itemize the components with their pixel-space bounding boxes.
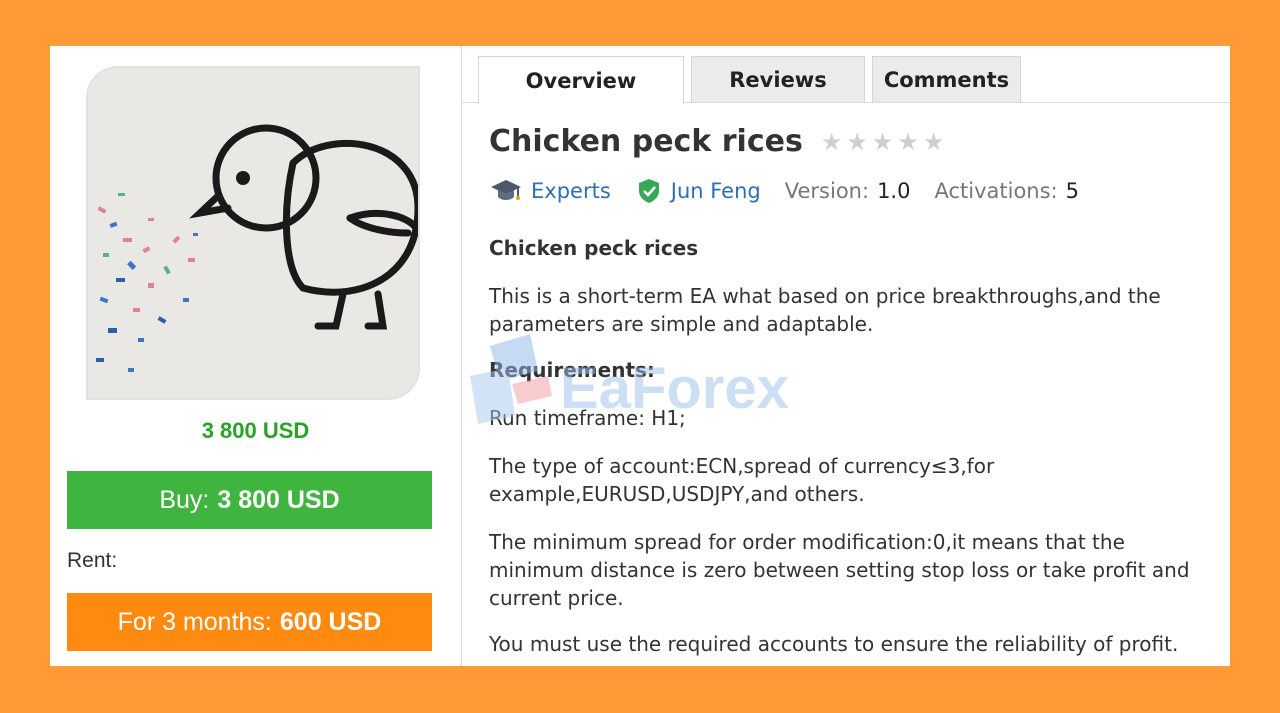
buy-button-prefix: Buy: <box>159 485 210 514</box>
star-icon: ★ <box>846 127 868 156</box>
rent-button-price: 600 USD <box>279 607 382 636</box>
rent-button[interactable]: For 3 months: 600 USD <box>67 593 432 651</box>
description-heading: Chicken peck rices <box>489 236 699 260</box>
tab-overview[interactable]: Overview <box>478 56 684 104</box>
chick-drawing <box>88 68 418 398</box>
requirements-heading: Requirements: <box>489 358 655 382</box>
product-image[interactable] <box>86 66 420 400</box>
price-label: 3 800 USD <box>201 418 310 443</box>
graduation-cap-icon <box>491 180 521 200</box>
star-icon: ★ <box>820 127 843 156</box>
requirement-item: You must use the required accounts to en… <box>489 632 1179 656</box>
requirement-item: Run timeframe: H1; <box>489 406 686 430</box>
purchase-panel: 3 800 USD Buy: 3 800 USD Rent: For 3 mon… <box>50 46 462 666</box>
requirement-item: The minimum spread for order modificatio… <box>489 530 1190 610</box>
star-icon: ★ <box>922 127 945 156</box>
tab-comments[interactable]: Comments <box>872 56 1021 102</box>
rent-button-prefix: For 3 months: <box>117 607 272 636</box>
description: Chicken peck rices This is a short-term … <box>489 234 1224 658</box>
rent-label: Rent: <box>67 549 118 572</box>
rating-stars[interactable]: ★ ★ ★ ★ ★ <box>821 128 945 156</box>
buy-button[interactable]: Buy: 3 800 USD <box>67 471 432 529</box>
tab-reviews[interactable]: Reviews <box>691 56 865 102</box>
star-icon: ★ <box>871 127 894 156</box>
category-link[interactable]: Experts <box>531 179 611 203</box>
star-icon: ★ <box>897 127 919 156</box>
verified-shield-icon <box>638 179 659 203</box>
details-panel: Overview Reviews Comments Chicken peck r… <box>462 46 1230 666</box>
version-value: 1.0 <box>877 179 911 203</box>
title-row: Chicken peck rices ★ ★ ★ ★ ★ <box>489 124 944 159</box>
activations-value: 5 <box>1065 179 1079 203</box>
buy-button-price: 3 800 USD <box>217 485 340 514</box>
activations-label: Activations: <box>934 179 1058 203</box>
product-meta: Experts Jun Feng Version: 1.0 Activation… <box>489 177 1079 205</box>
version-label: Version: <box>784 179 870 203</box>
requirement-item: The type of account:ECN,spread of curren… <box>489 454 995 506</box>
description-intro: This is a short-term EA what based on pr… <box>489 284 1161 336</box>
author-link[interactable]: Jun Feng <box>671 179 761 203</box>
tab-bar: Overview Reviews Comments <box>462 46 1230 104</box>
product-title: Chicken peck rices <box>489 124 803 159</box>
product-card: 3 800 USD Buy: 3 800 USD Rent: For 3 mon… <box>50 46 1230 666</box>
